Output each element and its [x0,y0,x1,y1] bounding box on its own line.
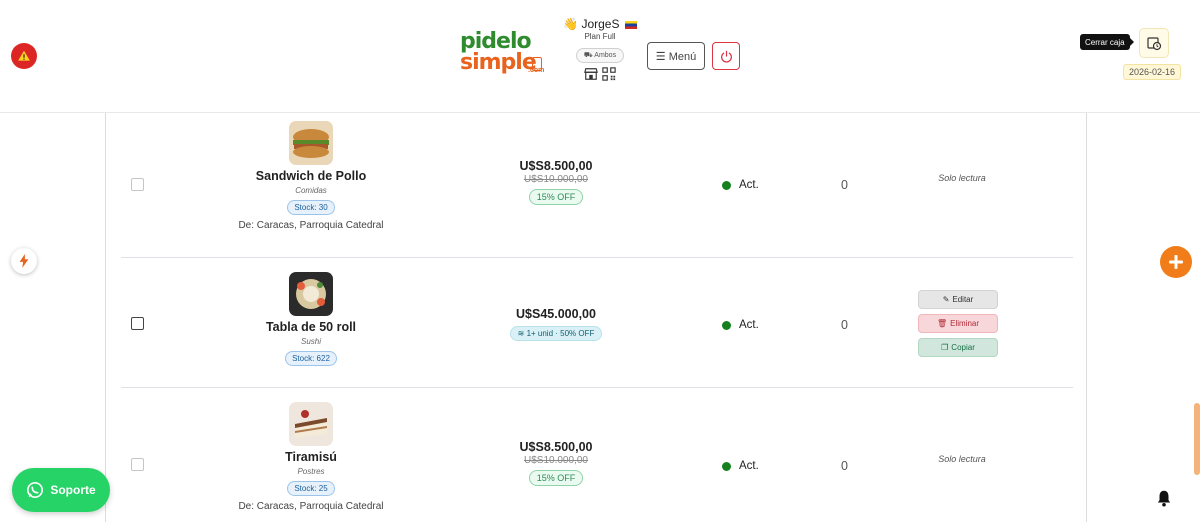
product-info: Tabla de 50 roll Sushi Stock: 622 [221,272,401,366]
status-label: Act. [739,460,759,472]
readonly-note: Solo lectura [938,173,986,183]
price-info: U$S8.500,00 U$S10.000,00 15% OFF [471,440,641,486]
quantity-promo-badge: ≋ 1+ unid · 50% OFF [509,326,603,341]
whatsapp-icon [27,481,44,499]
status: Act. [722,460,759,472]
discount-badge: 15% OFF [528,189,584,205]
promo-label: 1+ unid · 50% OFF [526,329,595,338]
store-icon[interactable] [584,67,598,81]
product-image [289,402,333,446]
product-image [289,272,333,316]
status-dot [722,320,731,330]
logout-button[interactable] [712,42,740,70]
user-info: 👋 JorgeS Plan Full ⛟ Ambos [560,16,640,81]
trash-icon: 🗑 [936,319,948,328]
delete-button[interactable]: 🗑 Eliminar [918,314,998,333]
product-location: De: Caracas, Parroquia Catedral [238,220,384,231]
row-checkbox[interactable] [131,178,144,191]
product-image [289,121,333,165]
status: Act. [722,179,759,191]
add-product-button[interactable] [1160,246,1192,278]
current-price: U$S45.000,00 [516,307,596,321]
price-info: U$S45.000,00 ≋ 1+ unid · 50% OFF [471,307,641,341]
price-info: U$S8.500,00 U$S10.000,00 15% OFF [471,159,641,205]
order-count: 0 [841,178,848,192]
cerrar-caja-tooltip: Cerrar caja [1080,34,1134,50]
current-price: U$S8.500,00 [519,440,593,454]
logo-line2: simple [460,50,537,75]
edit-icon: ✎ [942,295,950,304]
product-category: Postres [297,467,325,476]
copy-label: Copiar [951,343,975,352]
table-row: Tabla de 50 roll Sushi Stock: 622 U$S45.… [121,258,1073,388]
cash-register-button[interactable] [1139,28,1169,58]
menu-button[interactable]: ☰ Menú [647,42,705,70]
plus-icon [1169,255,1183,269]
top-header: pidelo simple .com 👋 JorgeS Plan Full ⛟ … [0,0,1200,113]
original-price: U$S10.000,00 [524,174,588,185]
order-count: 0 [841,459,848,473]
bolt-icon [19,254,29,268]
discount-badge: 15% OFF [528,470,584,486]
status-label: Act. [739,319,759,331]
scrollbar-thumb[interactable] [1194,403,1200,475]
status-label: Act. [739,179,759,191]
mode-icon: ⛟ [583,52,593,59]
product-location: De: Caracas, Parroquia Catedral [238,501,384,512]
pidelo-simple-logo[interactable]: pidelo simple .com [460,31,546,79]
copy-icon: ❐ [941,343,949,352]
order-count: 0 [841,318,848,332]
warning-icon [18,50,30,61]
copy-button[interactable]: ❐ Copiar [918,338,998,357]
row-checkbox[interactable] [131,458,144,471]
logo-suffix: .com [528,67,545,74]
user-name: JorgeS [581,17,620,31]
edit-button[interactable]: ✎ Editar [918,290,998,309]
quick-actions-button[interactable] [11,248,37,274]
product-info: Tiramisú Postres Stock: 25 De: Caracas, … [221,402,401,512]
status: Act. [722,319,759,331]
product-name: Tabla de 50 roll [265,320,357,334]
stock-badge: Stock: 622 [285,351,337,366]
date-badge: 2026-02-16 [1123,64,1182,80]
product-info: Sandwich de Pollo Comidas Stock: 30 De: … [221,121,401,231]
stock-badge: Stock: 30 [287,200,335,215]
product-name: Sandwich de Pollo [255,169,367,183]
edit-label: Editar [952,295,974,304]
hand-wave-icon: 👋 [563,17,579,31]
table-row: Tiramisú Postres Stock: 25 De: Caracas, … [121,388,1073,522]
product-category: Comidas [295,186,327,195]
product-name: Tiramisú [285,450,337,464]
user-name-row: 👋 JorgeS [560,16,640,32]
current-price: U$S8.500,00 [519,159,593,173]
readonly-note: Solo lectura [938,454,986,464]
product-category: Sushi [300,337,321,346]
table-row: Sandwich de Pollo Comidas Stock: 30 De: … [121,113,1073,258]
cash-register-icon [1147,37,1162,51]
warning-button[interactable] [11,43,37,69]
mode-badge[interactable]: ⛟ Ambos [575,48,625,63]
user-plan: Plan Full [584,32,616,41]
support-label: Soporte [50,483,96,497]
flag-icon [624,20,637,29]
menu-label: ☰ Menú [655,50,697,63]
bell-icon[interactable] [1155,489,1173,507]
delete-label: Eliminar [950,319,980,328]
status-dot [722,461,731,471]
row-actions: ✎ Editar 🗑 Eliminar ❐ Copiar [918,290,998,357]
user-icons [560,67,640,81]
original-price: U$S10.000,00 [524,455,588,466]
power-icon [720,50,732,63]
whatsapp-support-button[interactable]: Soporte [12,468,110,512]
row-checkbox[interactable] [131,317,144,330]
product-list: Sandwich de Pollo Comidas Stock: 30 De: … [105,113,1087,522]
qr-code-icon[interactable] [602,67,616,81]
status-dot [722,180,731,190]
stock-badge: Stock: 25 [287,481,335,496]
mode-label: Ambos [594,52,617,59]
layers-icon: ≋ [517,329,525,338]
